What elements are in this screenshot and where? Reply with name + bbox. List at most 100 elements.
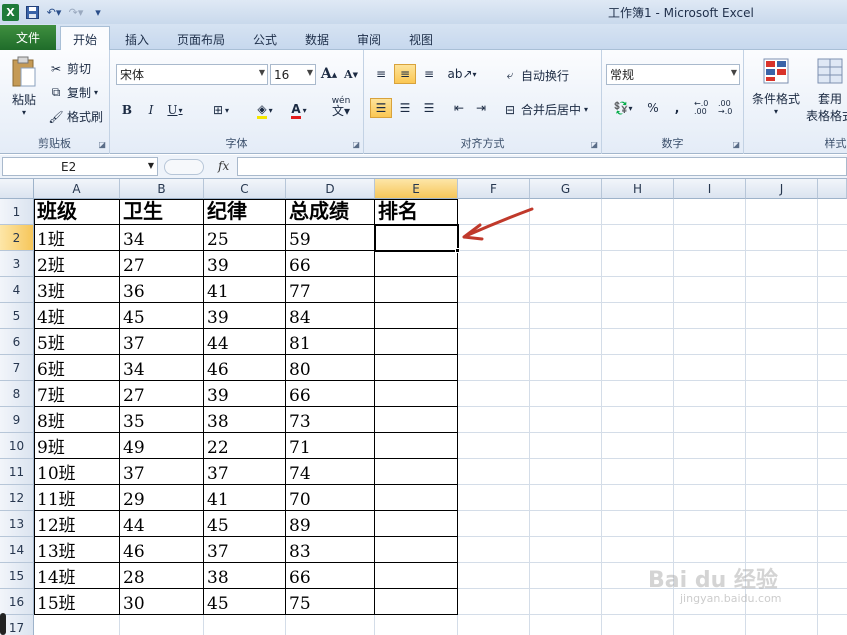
dialog-launcher-icon[interactable]: ◪	[352, 140, 360, 149]
window-title: 工作簿1 - Microsoft Excel	[608, 6, 754, 20]
align-bottom-icon[interactable]: ≡	[418, 64, 440, 84]
conditional-formatting-button[interactable]: 条件格式 ▾	[748, 56, 804, 116]
copy-label: 复制	[67, 86, 92, 100]
redo-icon[interactable]: ↷▾	[67, 3, 85, 21]
copy-button[interactable]: ⧉ 复制 ▾	[48, 84, 98, 101]
name-box[interactable]: E2 ▼	[2, 157, 158, 176]
watermark-url: jingyan.baidu.com	[680, 592, 782, 605]
increase-decimal-button[interactable]: ←.0 .00	[694, 98, 716, 118]
number-format-value: 常规	[610, 68, 635, 82]
align-center-icon[interactable]: ☰	[394, 98, 416, 118]
merge-center-button[interactable]: ⊟ 合并后居中 ▾	[502, 101, 588, 118]
bold-button[interactable]: B	[116, 100, 138, 120]
font-name-value: 宋体	[120, 68, 145, 82]
border-grid-icon: ⊞	[212, 103, 224, 117]
dialog-launcher-icon[interactable]: ◪	[732, 140, 740, 149]
font-color-icon: A	[291, 102, 301, 119]
align-top-icon[interactable]: ≡	[370, 64, 392, 84]
tab-page-layout[interactable]: 页面布局	[168, 28, 234, 50]
worksheet-grid[interactable]: A B C D E F G H I J 1 2 3 4 5 6 7 8 9 10 11 12 13 14 15 16 17 班级 卫生纪…	[0, 179, 847, 635]
paste-dropdown-icon[interactable]: ▾	[22, 108, 26, 117]
decrease-decimal-button[interactable]: .00 →.0	[718, 98, 740, 118]
font-size-select[interactable]: 16 ▼	[270, 64, 316, 85]
align-right-icon[interactable]: ☰	[418, 98, 440, 118]
format-as-table-label-1: 套用	[817, 92, 842, 106]
annotation-arrow-head	[462, 223, 484, 241]
underline-button[interactable]: U ▾	[164, 100, 186, 120]
scissors-icon: ✂	[50, 61, 62, 76]
dialog-launcher-icon[interactable]: ◪	[590, 140, 598, 149]
quick-access-toolbar: X ↶▾ ↷▾ ▾	[2, 2, 107, 22]
tab-view[interactable]: 视图	[398, 28, 444, 50]
number-format-select[interactable]: 常规 ▼	[606, 64, 740, 85]
paste-label: 粘贴	[11, 93, 36, 107]
chevron-down-icon: ▼	[258, 68, 265, 77]
align-middle-icon[interactable]: ≡	[394, 64, 416, 84]
annotation-arrow-shaft	[466, 207, 534, 237]
insert-function-icon[interactable]: fx	[218, 159, 229, 173]
undo-icon[interactable]: ↶▾	[45, 3, 63, 21]
dialog-launcher-icon[interactable]: ◪	[98, 140, 106, 149]
customize-qat-icon[interactable]: ▾	[89, 3, 107, 21]
format-painter-label: 格式刷	[67, 110, 104, 124]
copy-icon: ⧉	[51, 85, 61, 99]
borders-button[interactable]: ⊞ ▾	[206, 100, 236, 120]
group-font: 宋体 ▼ 16 ▼ A ▲ A ▼ B I U ▾ ⊞ ▾ ◈ ▾ A ▾ wén 文▾ 字体 ◪	[110, 50, 364, 154]
group-clipboard: 粘贴 ▾ ✂ 剪切 ⧉ 复制 ▾ 🖌 格式刷 剪贴板 ◪	[0, 50, 110, 154]
italic-button[interactable]: I	[140, 100, 162, 120]
chevron-down-icon: ▼	[306, 68, 313, 77]
title-bar: X ↶▾ ↷▾ ▾ 工作簿1 - Microsoft Excel	[0, 0, 847, 24]
comma-style-button[interactable]: ,	[666, 98, 688, 118]
formula-bar-resize-handle[interactable]	[164, 159, 204, 175]
ribbon: 粘贴 ▾ ✂ 剪切 ⧉ 复制 ▾ 🖌 格式刷 剪贴板 ◪ 宋体 ▼ 16 ▼ A ▲ A ▼ B…	[0, 50, 847, 154]
fill-color-button[interactable]: ◈ ▾	[250, 100, 280, 120]
group-label-font: 字体	[225, 137, 248, 150]
excel-app-icon[interactable]: X	[2, 3, 19, 21]
cut-label: 剪切	[67, 62, 92, 76]
format-as-table-button[interactable]: 套用 表格格式	[802, 56, 847, 124]
group-alignment: ≡ ≡ ≡ ab↗ ▾ ⤶ 自动换行 ☰ ☰ ☰ ⇤ ⇥ ⊟ 合并后居中 ▾ 对齐方式 …	[364, 50, 602, 154]
orientation-icon[interactable]: ab↗ ▾	[447, 64, 476, 84]
group-styles: 条件格式 ▾ 套用 表格格式 样式	[744, 50, 847, 154]
conditional-format-icon	[763, 58, 789, 84]
group-label-styles: 样式	[824, 137, 847, 150]
formula-bar: E2 ▼ fx	[0, 155, 847, 179]
cut-button[interactable]: ✂ 剪切	[48, 60, 91, 77]
align-left-icon[interactable]: ☰	[370, 98, 392, 118]
wrap-text-button[interactable]: ⤶ 自动换行	[502, 67, 569, 84]
merge-cells-icon: ⊟	[504, 102, 516, 117]
paste-button[interactable]: 粘贴 ▾	[6, 56, 42, 117]
paste-icon	[12, 56, 36, 87]
font-color-button[interactable]: A ▾	[284, 100, 314, 120]
chevron-down-icon: ▼	[730, 68, 737, 77]
percent-style-button[interactable]: %	[642, 98, 664, 118]
group-label-clipboard: 剪贴板	[38, 137, 71, 150]
group-label-alignment: 对齐方式	[460, 137, 505, 150]
tab-file[interactable]: 文件	[0, 25, 56, 50]
conditional-formatting-label: 条件格式	[751, 92, 800, 106]
font-size-value: 16	[274, 67, 290, 82]
tab-insert[interactable]: 插入	[114, 28, 160, 50]
ribbon-tabs: 文件 开始 插入 页面布局 公式 数据 审阅 视图	[0, 24, 847, 51]
save-icon[interactable]	[23, 3, 41, 21]
scrollbar-thumb[interactable]	[0, 613, 6, 635]
formula-input[interactable]	[237, 157, 847, 176]
wrap-text-icon: ⤶	[506, 68, 514, 82]
format-painter-button[interactable]: 🖌 格式刷	[48, 108, 103, 125]
name-box-value: E2	[61, 159, 77, 174]
table-format-icon	[817, 58, 843, 84]
shrink-font-button[interactable]: A ▼	[340, 64, 362, 84]
tab-data[interactable]: 数据	[294, 28, 340, 50]
decrease-indent-icon[interactable]: ⇤	[448, 98, 470, 118]
tab-formulas[interactable]: 公式	[242, 28, 288, 50]
tab-home[interactable]: 开始	[60, 26, 110, 51]
group-label-number: 数字	[661, 137, 684, 150]
font-name-select[interactable]: 宋体 ▼	[116, 64, 268, 85]
phonetic-button[interactable]: wén 文▾	[326, 96, 356, 117]
increase-indent-icon[interactable]: ⇥	[470, 98, 492, 118]
grow-font-button[interactable]: A ▲	[318, 64, 340, 84]
tab-review[interactable]: 审阅	[346, 28, 392, 50]
chevron-down-icon: ▼	[147, 161, 154, 170]
currency-format-icon[interactable]: 💱 ▾	[608, 98, 638, 118]
wrap-text-label: 自动换行	[521, 69, 570, 83]
